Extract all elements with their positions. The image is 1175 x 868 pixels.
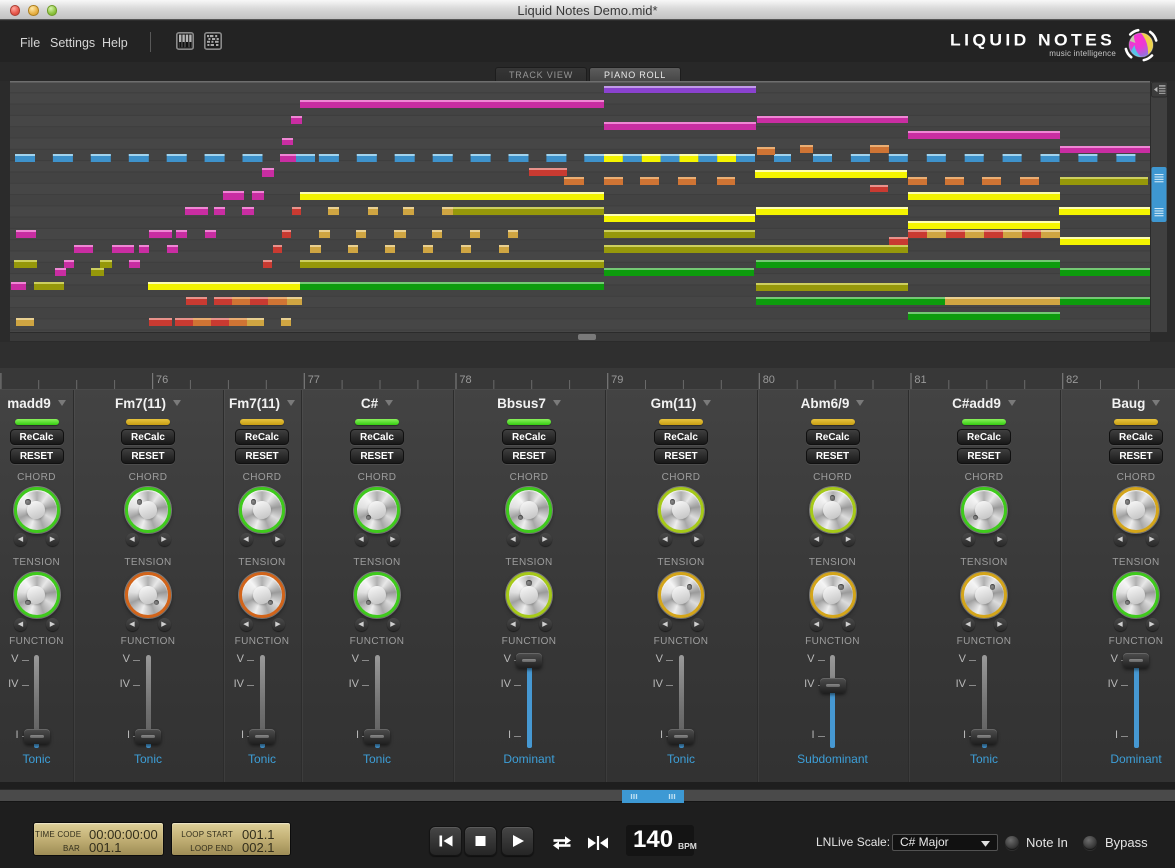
svg-text:76: 76: [156, 374, 168, 386]
svg-text:80: 80: [763, 374, 775, 386]
svg-text:79: 79: [611, 374, 623, 386]
svg-text:77: 77: [308, 374, 320, 386]
svg-text:81: 81: [914, 374, 926, 386]
svg-text:78: 78: [459, 374, 471, 386]
svg-text:82: 82: [1066, 374, 1078, 386]
